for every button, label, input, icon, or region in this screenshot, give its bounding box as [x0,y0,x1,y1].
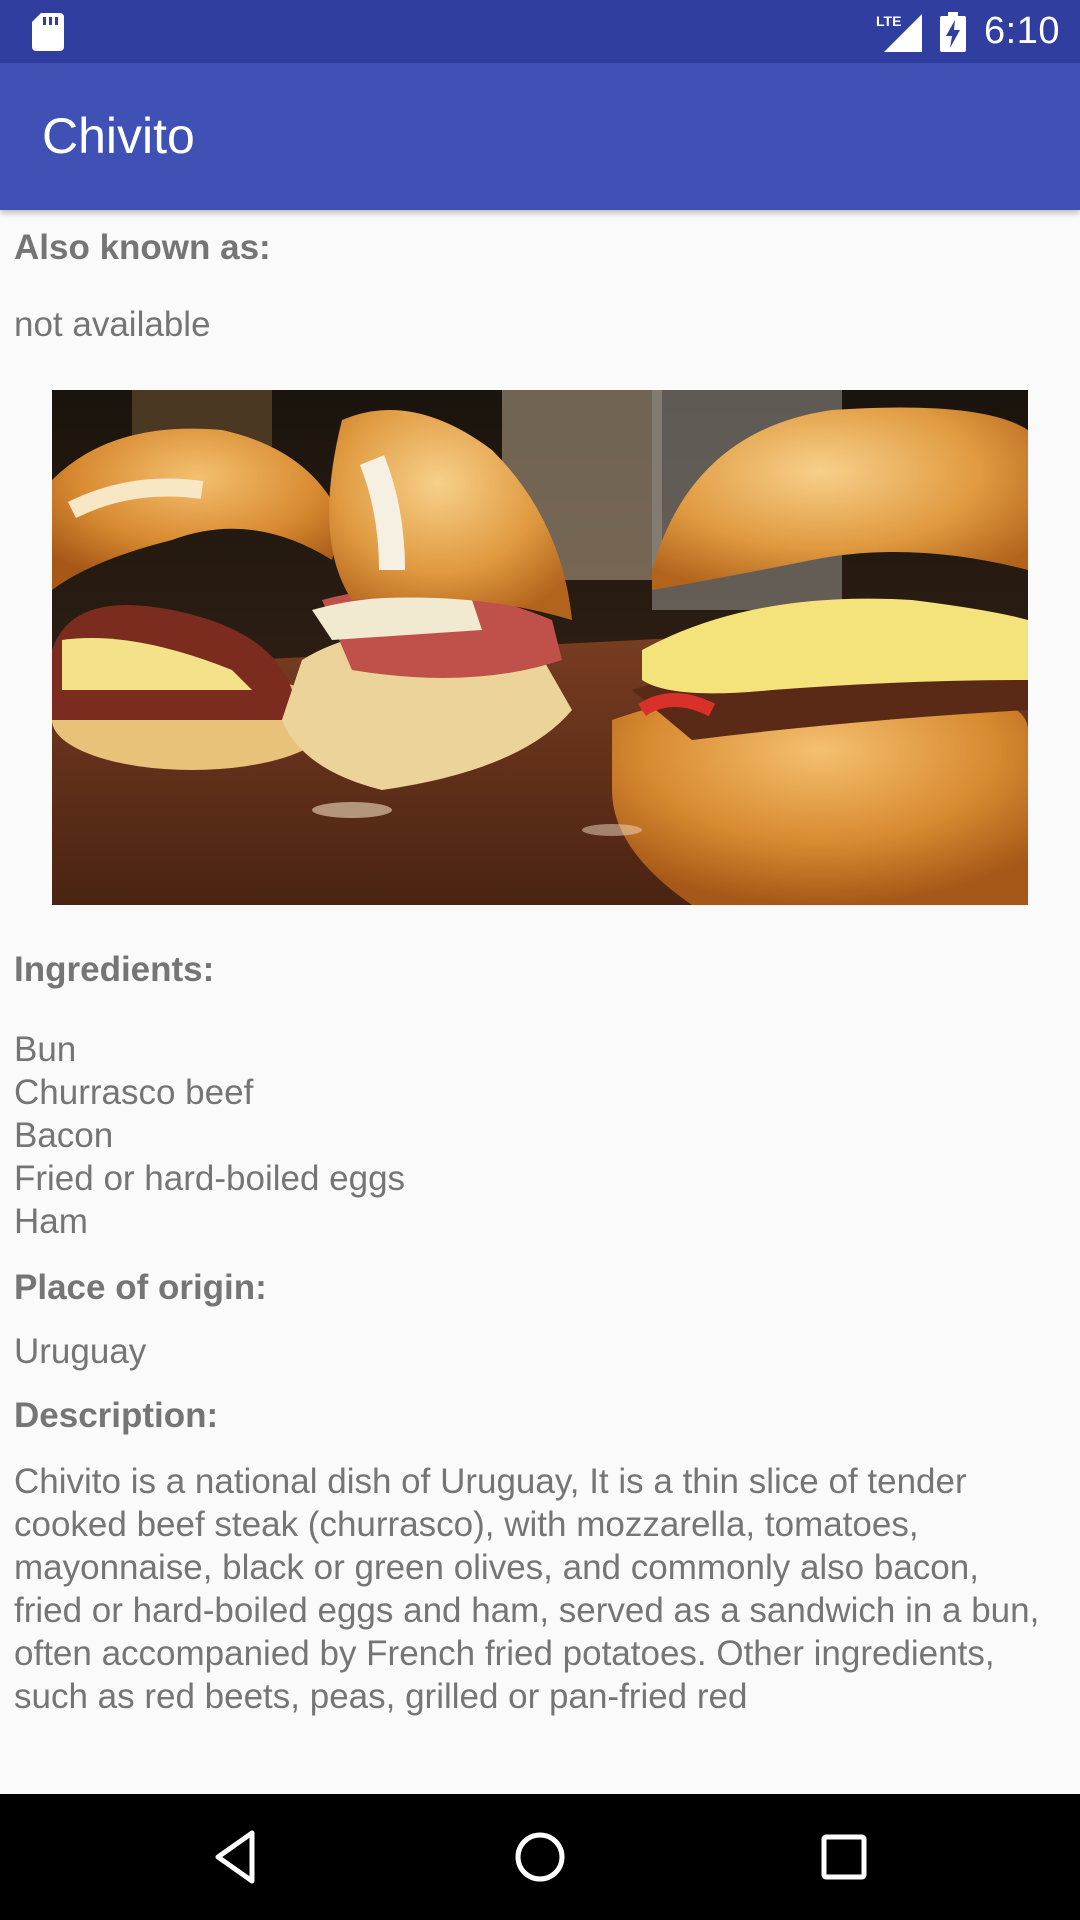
home-icon[interactable] [510,1827,570,1887]
food-photo [52,390,1028,905]
status-clock: 6:10 [984,10,1060,52]
ingredient-item: Ham [14,1202,88,1241]
ingredients-list: Bun Churrasco beef Bacon Fried or hard-b… [14,1028,405,1243]
navigation-bar [0,1794,1080,1920]
battery-charging-icon [940,11,967,52]
ingredient-item: Fried or hard-boiled eggs [14,1159,406,1198]
ingredient-item: Bun [14,1030,77,1069]
ingredient-item: Churrasco beef [14,1073,254,1112]
ingredient-item: Bacon [14,1116,114,1155]
signal-lte-icon: LTE [876,13,923,52]
description-text: Chivito is a national dish of Uruguay, I… [14,1462,1040,1716]
sd-card-icon [32,13,64,51]
also-known-as-value: not available [14,305,211,344]
back-icon[interactable] [206,1827,266,1887]
recents-icon[interactable] [814,1827,874,1887]
network-type-label: LTE [876,13,901,29]
status-bar: LTE 6:10 [0,0,1080,63]
app-bar-title: Chivito [42,108,195,164]
ingredients-label: Ingredients: [14,950,215,989]
description-label: Description: [14,1396,219,1435]
also-known-as-label: Also known as: [14,228,271,267]
app-bar: Chivito [0,63,1080,210]
place-of-origin-label: Place of origin: [14,1268,267,1307]
status-right-group: LTE 6:10 [876,0,1060,63]
detail-content[interactable]: Also known as: not available Ingredients… [0,210,1080,1794]
place-of-origin-value: Uruguay [14,1332,147,1371]
